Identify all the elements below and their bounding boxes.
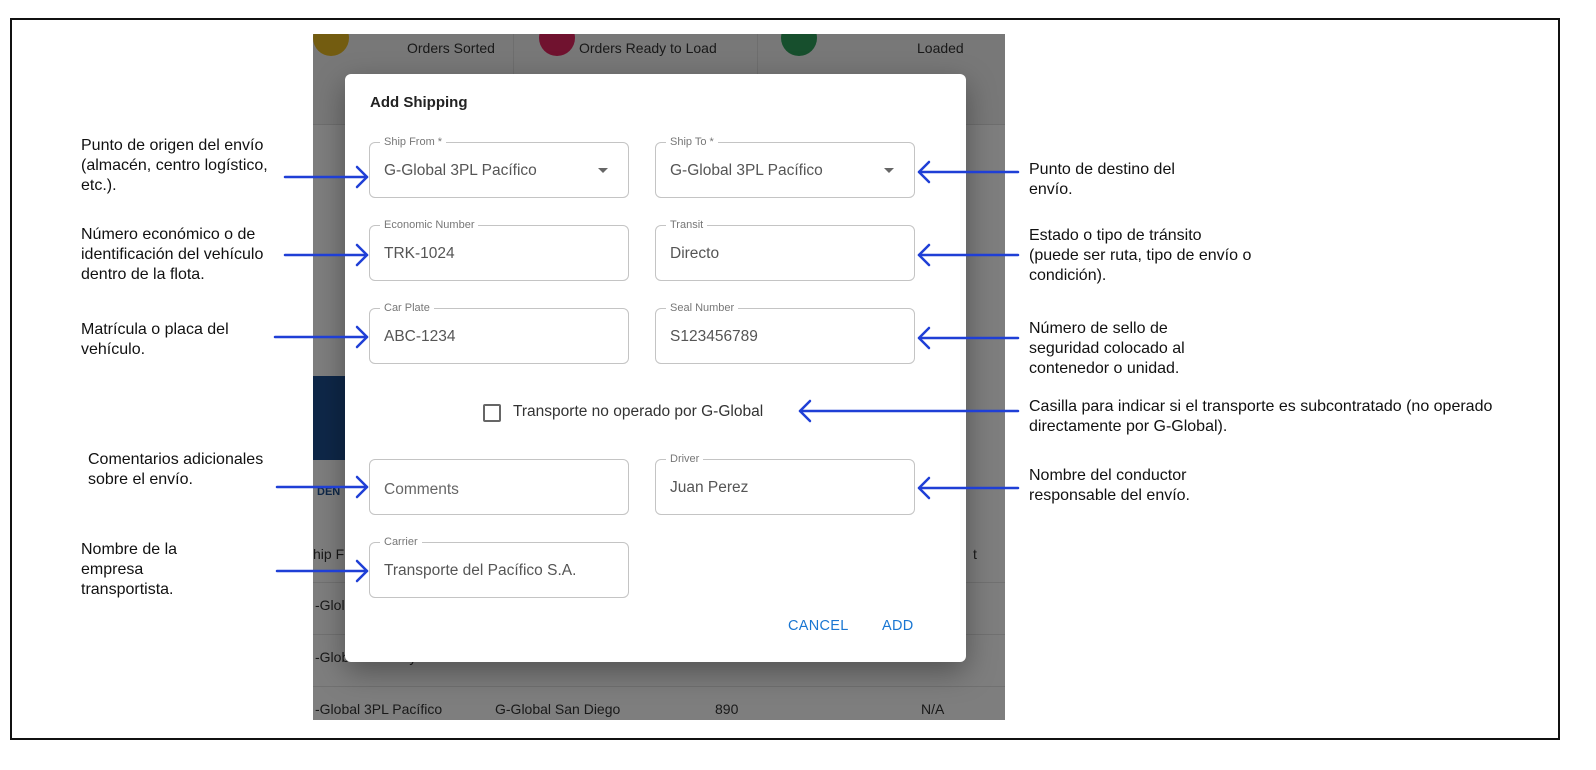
arrow-driver: [917, 476, 1020, 500]
annotation-arrows: [273, 160, 1020, 583]
arrow-transit: [917, 243, 1020, 267]
arrow-carrier: [275, 559, 369, 583]
arrow-car-plate: [273, 325, 369, 349]
arrow-economic-number: [283, 243, 369, 267]
arrow-ship-from: [283, 165, 369, 189]
arrow-comments: [275, 475, 369, 499]
arrow-checkbox: [798, 399, 1020, 423]
arrow-seal-number: [917, 326, 1020, 350]
arrow-ship-to: [917, 160, 1020, 184]
